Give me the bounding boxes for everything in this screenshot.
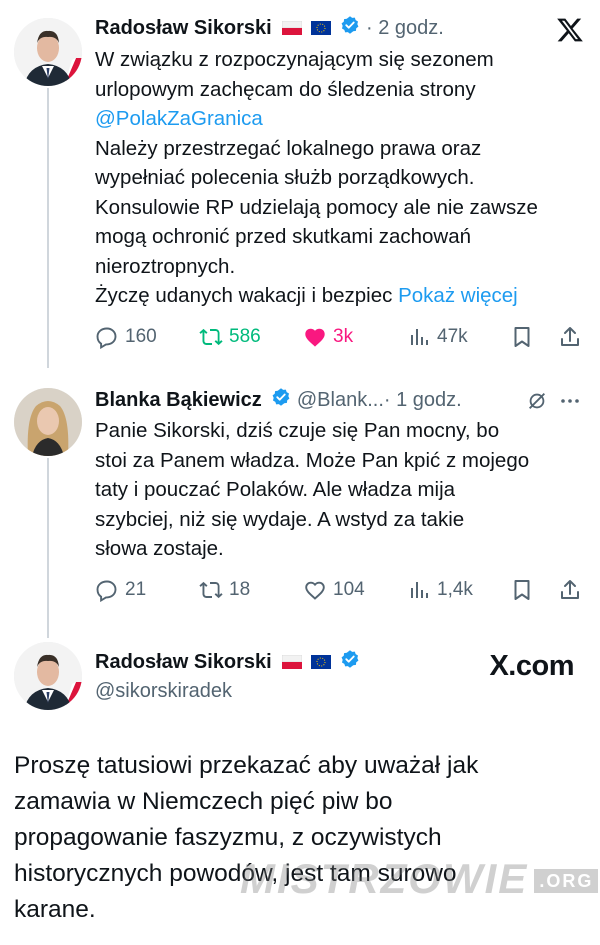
share-icon <box>561 327 579 346</box>
eu-flag-icon <box>310 650 331 676</box>
like-count: 3k <box>333 326 354 347</box>
bookmark-button[interactable] <box>510 322 534 352</box>
reply-icon <box>96 580 117 602</box>
avatar-image <box>14 388 82 456</box>
text-line: szybciej, niż się wydaje. A wstyd za tak… <box>95 507 465 531</box>
views-button[interactable]: 47k <box>407 322 468 352</box>
tweet-1-header: Radosław Sikorski · 2 godz. <box>95 15 590 42</box>
views-button[interactable]: 1,4k <box>407 575 473 605</box>
like-button[interactable]: 3k <box>303 322 353 352</box>
text-line: W związku z rozpoczynającym się sezonem <box>95 48 494 71</box>
tweet-1-text: W związku z rozpoczynającym się sezonem … <box>95 45 580 311</box>
like-count: 104 <box>333 579 365 600</box>
text-line: Należy przestrzegać lokalnego prawa oraz <box>95 136 482 160</box>
text-line: mogą ochronić przed skutkami zachowań <box>95 225 472 248</box>
repost-button[interactable]: 18 <box>199 575 250 605</box>
author-name[interactable]: Radosław Sikorski <box>95 17 272 39</box>
avatar-image <box>14 18 82 86</box>
thread-line <box>47 88 49 368</box>
text-line: Konsulowie RP udzielają pomocy ale nie z… <box>95 195 538 219</box>
watermark: MISTRZOWIE .ORG <box>240 855 599 903</box>
more-icon[interactable] <box>558 390 582 417</box>
text-line: Życzę udanych wakacji i bezpiec Pokaż wi… <box>95 281 580 311</box>
views-icon <box>411 582 428 598</box>
poland-flag-icon <box>282 650 303 676</box>
repost-icon <box>199 328 223 346</box>
tweet-2[interactable]: Blanka Bąkiewicz @Blank...· 1 godz. Pani… <box>0 370 600 638</box>
tweet-1[interactable]: Radosław Sikorski · 2 godz. W związku z … <box>0 0 600 368</box>
bookmark-button[interactable] <box>510 575 534 605</box>
repost-button[interactable]: 586 <box>199 322 261 352</box>
text-line: stoi za Panem władza. Może Pan kpić z mo… <box>95 448 530 472</box>
share-button[interactable] <box>558 322 582 352</box>
views-icon <box>411 329 428 345</box>
text-line: Panie Sikorski, dziś czuje się Pan mocny… <box>95 419 500 442</box>
text-line: słowa zostaje. <box>95 537 224 560</box>
grok-icon[interactable] <box>526 390 548 417</box>
verified-icon <box>340 15 360 42</box>
text-line: taty i pouczać Polaków. Ale władza mija <box>95 478 456 501</box>
watermark-suffix: .ORG <box>534 869 599 894</box>
x-com-label: X.com <box>489 650 574 682</box>
thread-line <box>47 458 49 638</box>
tweet-2-text: Panie Sikorski, dziś czuje się Pan mocny… <box>95 416 580 564</box>
avatar-bakiewicz[interactable] <box>14 388 82 456</box>
tweet-time[interactable]: · 1 godz. <box>384 389 462 411</box>
verified-icon <box>271 387 291 414</box>
watermark-text: MISTRZOWIE <box>240 855 529 902</box>
like-icon <box>305 581 325 600</box>
author-name[interactable]: Blanka Bąkiewicz <box>95 389 262 411</box>
repost-count: 18 <box>229 579 251 600</box>
tweet-time[interactable]: · 2 godz. <box>366 17 444 39</box>
reply-icon <box>96 327 117 349</box>
reply-button[interactable]: 160 <box>95 322 157 352</box>
reply-count: 21 <box>125 579 147 600</box>
reply-count: 160 <box>125 326 157 347</box>
repost-count: 586 <box>229 326 261 347</box>
like-icon <box>305 328 325 347</box>
bookmark-icon <box>514 327 530 347</box>
last-line-text: Życzę udanych wakacji i bezpiec <box>95 284 393 307</box>
bookmark-icon <box>514 580 530 600</box>
tweet-1-actions: 160 586 3k 47k <box>95 322 590 352</box>
like-button[interactable]: 104 <box>303 575 365 605</box>
share-icon <box>561 580 579 599</box>
text-line: Proszę tatusiowi przekazać aby uważał ja… <box>14 752 479 779</box>
tweet-2-header: Blanka Bąkiewicz @Blank...· 1 godz. <box>95 387 590 414</box>
author-name[interactable]: Radosław Sikorski <box>95 651 272 673</box>
show-more-link[interactable]: Pokaż więcej <box>398 284 518 307</box>
text-line: propagowanie faszyzmu, z oczywistych <box>14 824 442 851</box>
reply-button[interactable]: 21 <box>95 575 146 605</box>
views-count: 47k <box>437 326 468 347</box>
eu-flag-icon <box>310 16 331 42</box>
mention-link[interactable]: @PolakZaGranica <box>95 104 580 134</box>
avatar-image <box>14 642 82 710</box>
verified-icon <box>340 649 360 676</box>
text-line: zamawia w Niemczech pięć piw bo <box>14 788 393 815</box>
avatar-sikorski[interactable] <box>14 18 82 86</box>
poland-flag-icon <box>282 16 303 42</box>
views-count: 1,4k <box>437 579 473 600</box>
text-line: nieroztropnych. <box>95 254 236 278</box>
repost-icon <box>199 581 223 599</box>
author-handle[interactable]: @Blank... <box>297 389 384 411</box>
avatar-sikorski[interactable] <box>14 642 82 710</box>
tweet-2-actions: 21 18 104 1,4k <box>95 575 590 605</box>
share-button[interactable] <box>558 575 582 605</box>
text-line: urlopowym zachęcam do śledzenia strony <box>95 77 476 101</box>
text-line: wypełniać polecenia służb porządkowych. <box>95 166 475 189</box>
